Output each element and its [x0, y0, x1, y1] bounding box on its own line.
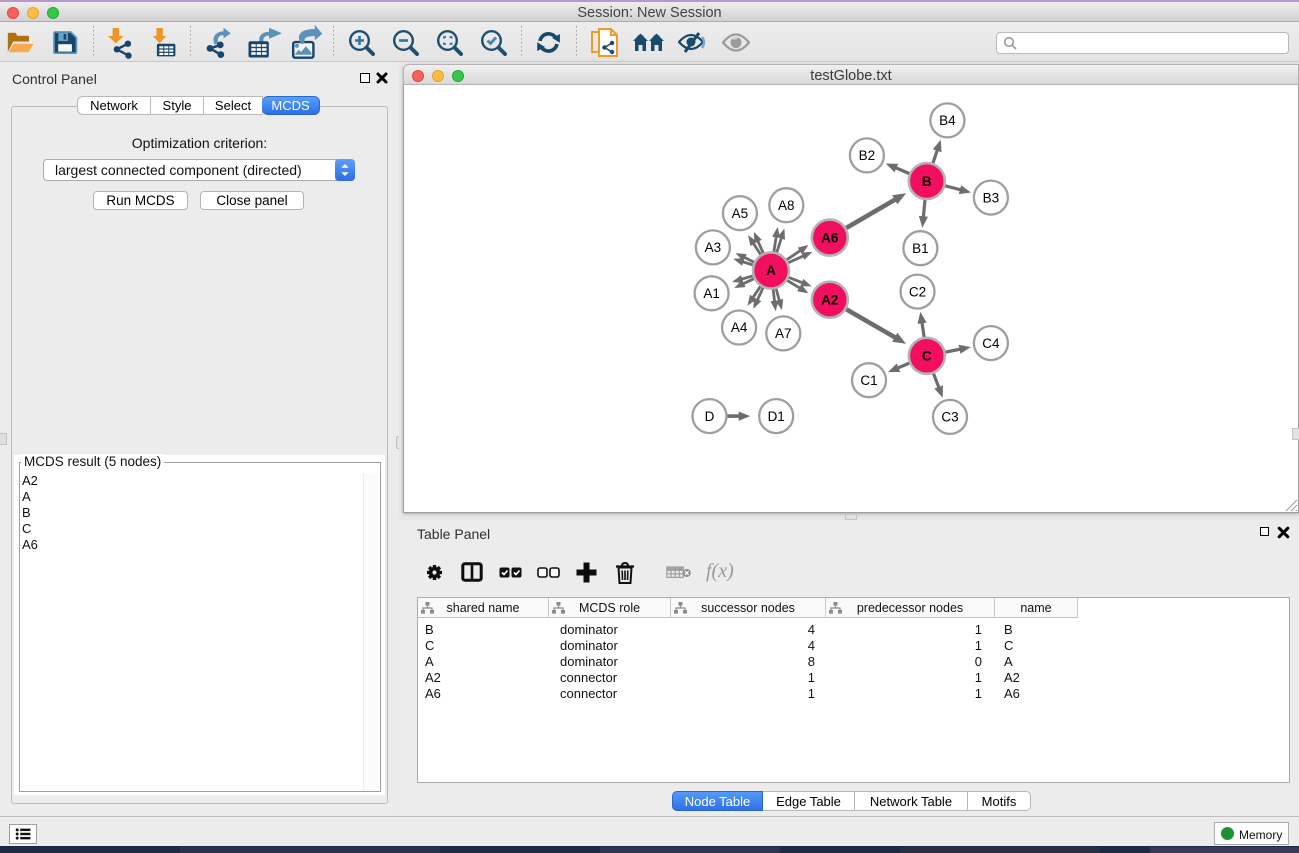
svg-text:A3: A3 — [705, 240, 722, 255]
svg-text:B1: B1 — [912, 241, 929, 256]
svg-text:B3: B3 — [983, 190, 1000, 205]
svg-text:B2: B2 — [859, 148, 876, 163]
svg-text:A2: A2 — [821, 292, 838, 307]
svg-text:C3: C3 — [941, 410, 958, 425]
svg-text:C1: C1 — [860, 373, 877, 388]
svg-text:A4: A4 — [731, 320, 748, 335]
svg-text:C2: C2 — [909, 284, 926, 299]
svg-text:A5: A5 — [732, 206, 749, 221]
svg-text:A1: A1 — [703, 286, 720, 301]
svg-text:C: C — [922, 349, 932, 364]
svg-text:A: A — [766, 263, 776, 278]
svg-text:A8: A8 — [778, 198, 795, 213]
svg-text:D1: D1 — [768, 409, 785, 424]
svg-text:A6: A6 — [821, 230, 839, 245]
svg-text:D: D — [705, 409, 715, 424]
svg-text:C4: C4 — [982, 336, 1000, 351]
svg-text:A7: A7 — [775, 326, 792, 341]
svg-text:B: B — [922, 174, 932, 189]
svg-text:B4: B4 — [939, 113, 956, 128]
